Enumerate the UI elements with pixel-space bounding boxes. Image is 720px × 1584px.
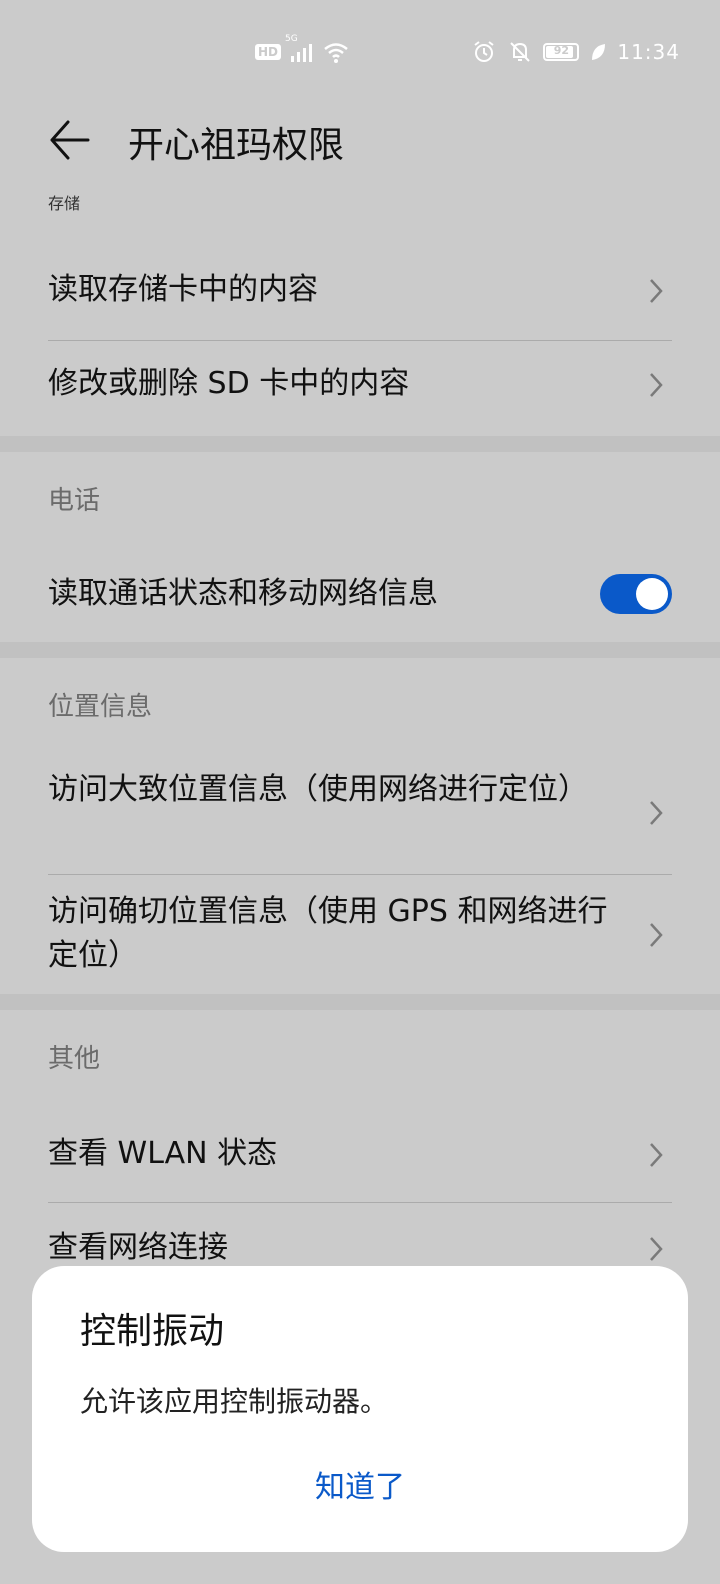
permission-row-wlan-state[interactable]: 查看 WLAN 状态 — [48, 1130, 672, 1178]
back-button[interactable] — [44, 114, 96, 166]
chevron-right-icon — [646, 1140, 666, 1170]
section-title-location: 位置信息 — [48, 692, 153, 722]
status-left: HD 5G — [255, 34, 349, 64]
network-type-label: 5G — [285, 34, 298, 44]
wifi-icon — [323, 40, 349, 64]
clock: 11:34 — [617, 40, 680, 64]
row-label: 访问确切位置信息（使用 GPS 和网络进行定位） — [48, 894, 608, 973]
leaf-icon — [589, 40, 607, 64]
dialog-body: 允许该应用控制振动器。 — [80, 1385, 389, 1418]
status-right: 92 11:34 — [471, 40, 680, 64]
dialog-title: 控制振动 — [80, 1311, 225, 1352]
chevron-right-icon — [646, 370, 666, 400]
divider — [48, 340, 672, 341]
chevron-right-icon — [646, 1234, 666, 1264]
chevron-right-icon — [646, 798, 666, 828]
permission-row-network-state[interactable]: 查看网络连接 — [48, 1224, 672, 1272]
permission-row-read-phone-state[interactable]: 读取通话状态和移动网络信息 — [48, 570, 672, 618]
alarm-icon — [471, 40, 497, 64]
section-gap — [0, 994, 720, 1010]
page-title: 开心祖玛权限 — [128, 125, 345, 166]
battery-icon: 92 — [543, 43, 580, 61]
chevron-right-icon — [646, 276, 666, 306]
divider — [48, 874, 672, 875]
permission-row-modify-sd[interactable]: 修改或删除 SD 卡中的内容 — [48, 360, 672, 408]
chevron-right-icon — [646, 920, 666, 950]
permission-row-coarse-location[interactable]: 访问大致位置信息（使用网络进行定位） — [48, 768, 672, 856]
row-label: 查看 WLAN 状态 — [48, 1136, 278, 1171]
permission-row-read-storage[interactable]: 读取存储卡中的内容 — [48, 266, 672, 314]
permission-row-fine-location[interactable]: 访问确切位置信息（使用 GPS 和网络进行定位） — [48, 890, 672, 978]
section-title-phone: 电话 — [48, 486, 101, 516]
app-header: 开心祖玛权限 — [0, 100, 720, 180]
row-label: 读取存储卡中的内容 — [48, 272, 318, 307]
phone-state-toggle[interactable] — [600, 574, 672, 614]
section-title-storage-partial: 存储 — [48, 194, 81, 213]
dialog-ok-button[interactable]: 知道了 — [32, 1462, 688, 1506]
back-arrow-icon — [50, 120, 90, 160]
section-gap — [0, 642, 720, 658]
row-label: 修改或删除 SD 卡中的内容 — [48, 366, 410, 401]
divider — [48, 1202, 672, 1203]
hd-icon: HD — [255, 44, 282, 60]
battery-level: 92 — [553, 44, 570, 57]
mute-icon — [507, 40, 533, 64]
toggle-knob — [636, 578, 668, 610]
section-title-other: 其他 — [48, 1044, 101, 1074]
row-label: 访问大致位置信息（使用网络进行定位） — [48, 772, 588, 807]
permission-info-dialog: 控制振动 允许该应用控制振动器。 知道了 — [32, 1266, 688, 1552]
status-bar: HD 5G 92 11:34 — [0, 0, 720, 100]
section-gap — [0, 436, 720, 452]
row-label: 查看网络连接 — [48, 1230, 228, 1265]
row-label: 读取通话状态和移动网络信息 — [48, 576, 438, 611]
